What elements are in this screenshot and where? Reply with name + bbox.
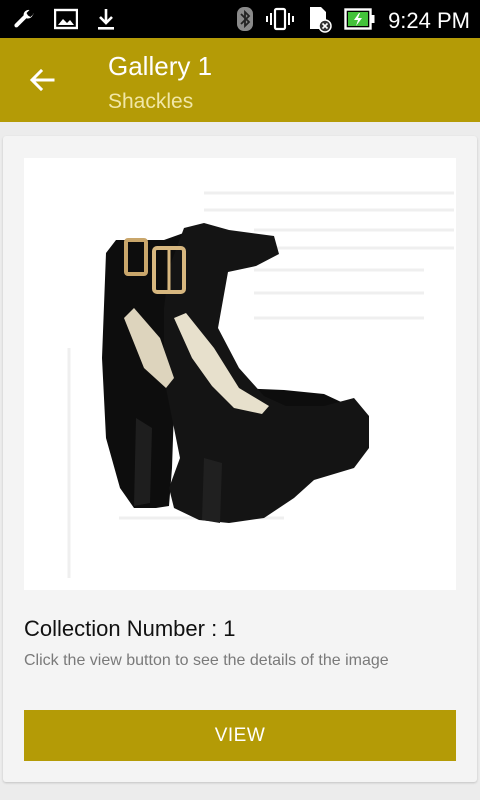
page-title: Gallery 1 bbox=[108, 51, 213, 81]
download-icon bbox=[96, 7, 116, 35]
status-time: 9:24 PM bbox=[388, 8, 470, 33]
collection-card: Collection Number : 1 Click the view but… bbox=[3, 136, 477, 782]
platform-heel-shoe-image bbox=[67, 191, 454, 578]
wrench-icon bbox=[12, 7, 36, 35]
arrow-left-icon bbox=[29, 68, 55, 92]
collection-image[interactable] bbox=[24, 158, 456, 590]
page-subtitle: Shackles bbox=[108, 90, 194, 113]
collection-description: Click the view button to see the details… bbox=[24, 652, 389, 669]
collection-heading: Collection Number : 1 bbox=[24, 616, 236, 641]
sd-card-icon bbox=[306, 5, 332, 37]
view-button[interactable]: VIEW bbox=[24, 710, 456, 761]
image-icon bbox=[53, 8, 79, 34]
back-button[interactable] bbox=[24, 62, 60, 98]
battery-charging-icon bbox=[344, 8, 376, 34]
status-left-icons bbox=[12, 7, 116, 35]
vibrate-icon bbox=[266, 6, 295, 36]
status-bar: 9:24 PM bbox=[0, 0, 480, 38]
bluetooth-icon bbox=[236, 6, 254, 36]
status-right-icons: 9:24 PM bbox=[236, 5, 470, 37]
app-toolbar: Gallery 1 Shackles bbox=[0, 38, 480, 122]
